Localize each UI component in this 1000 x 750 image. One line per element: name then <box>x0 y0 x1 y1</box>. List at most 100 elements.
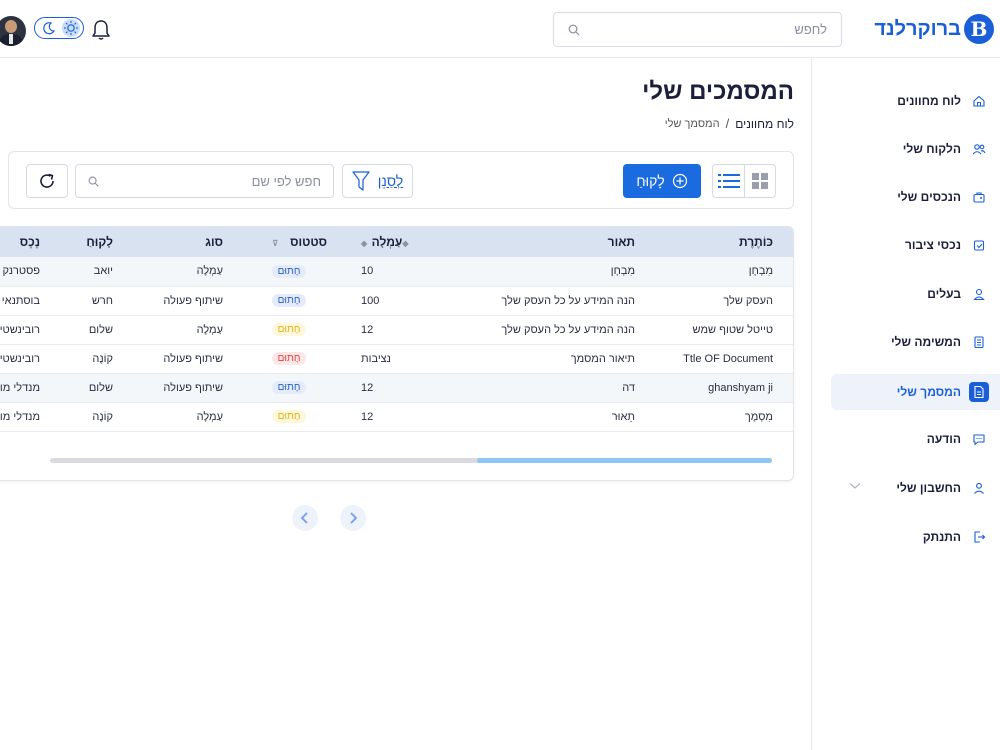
cell-title: ghanshyam ji <box>708 381 773 394</box>
sidebar-item-logout[interactable]: התנתק <box>831 519 1000 555</box>
horizontal-scrollbar[interactable] <box>50 458 772 463</box>
refresh-icon <box>40 173 54 188</box>
cell-commission: 100 <box>361 294 380 307</box>
search-icon <box>568 24 580 35</box>
prev-page-button[interactable] <box>292 505 318 531</box>
sidebar-item-my-documents[interactable]: המסמך שלי <box>831 374 1000 410</box>
view-toggle <box>712 164 776 198</box>
sidebar-item-owners[interactable]: בעלים <box>831 276 1000 312</box>
status-badge: חָתוּם <box>271 410 307 423</box>
refresh-button[interactable] <box>26 164 68 198</box>
name-search[interactable] <box>75 164 334 198</box>
sort-icon[interactable]: ◆ <box>402 239 408 248</box>
sidebar-item-my-clients[interactable]: הלקוח שלי <box>831 131 1000 167</box>
brand-logo[interactable]: B ברוקרלנד <box>874 14 994 44</box>
scrollbar-thumb[interactable] <box>477 458 772 463</box>
moon-icon <box>43 22 56 35</box>
chat-icon <box>969 429 989 449</box>
sun-icon <box>64 21 78 35</box>
documents-table: כּוֹתֶרֶת תאור ◆עַמְלָה ◆ סטטוס⊽ סוג לָק… <box>0 227 793 432</box>
table-row[interactable]: מִסְמָך תֵאוּר 12 חָתוּם עַמְלָה קוֹנֶה … <box>0 402 793 431</box>
table-row[interactable]: Ttle OF Document תיאור המסמך נציבות חָתו… <box>0 344 793 373</box>
list-icon <box>717 174 740 188</box>
pagination <box>292 505 366 531</box>
briefcase-icon <box>969 187 989 207</box>
global-search[interactable] <box>553 12 842 47</box>
column-header-commission[interactable]: ◆עַמְלָה ◆ <box>349 227 489 257</box>
status-badge: חָתוּם <box>271 294 307 307</box>
cell-title: טייטל שטוף שמש <box>692 323 773 336</box>
document-icon <box>969 382 989 402</box>
column-header-title[interactable]: כּוֹתֶרֶת <box>657 227 793 257</box>
chevron-down-icon[interactable] <box>849 482 861 490</box>
cell-title: מִסְמָך <box>744 410 773 423</box>
grid-icon <box>752 173 768 189</box>
cell-commission: 12 <box>361 381 374 394</box>
next-page-button[interactable] <box>340 505 366 531</box>
sort-icon[interactable]: ◆ <box>361 239 372 248</box>
logout-icon <box>969 527 989 547</box>
table-row[interactable]: ghanshyam ji דה 12 חָתוּם שיתוף פעולה של… <box>0 373 793 402</box>
list-view-button[interactable] <box>713 165 744 197</box>
column-header-label: עַמְלָה <box>371 235 403 249</box>
column-header-client[interactable]: לָקוּחַ <box>62 227 135 257</box>
funnel-icon <box>352 171 370 191</box>
status-badge: חָתוּם <box>271 352 307 365</box>
cell-status: חָתוּם <box>245 257 349 286</box>
grid-view-button[interactable] <box>743 165 775 197</box>
cell-description: תֵאוּר <box>611 410 635 423</box>
table-row[interactable]: טייטל שטוף שמש הנה המידע על כל העסק שלך … <box>0 315 793 344</box>
name-search-input[interactable] <box>99 173 321 189</box>
sidebar: לוח מחוונים הלקוח שלי הנכסים שלי נכסי צי… <box>811 58 1000 750</box>
breadcrumb-separator: / <box>725 116 730 131</box>
cell-description: מִבְחָן <box>610 265 635 278</box>
clipboard-icon <box>969 332 989 352</box>
filter-button[interactable]: לְסַנֵן <box>342 164 413 198</box>
sidebar-item-my-account[interactable]: החשבון שלי <box>831 470 1000 506</box>
notifications-button[interactable] <box>91 19 111 46</box>
page-title: המסמכים שלי <box>642 78 794 105</box>
account-icon <box>969 478 989 498</box>
theme-toggle[interactable] <box>34 17 84 39</box>
cell-type: עַמְלָה <box>196 265 223 278</box>
sidebar-item-label: הלקוח שלי <box>902 142 961 156</box>
cell-client: חרש <box>91 294 113 307</box>
cell-type: עַמְלָה <box>196 323 223 336</box>
cell-status: חָתוּם <box>245 315 349 344</box>
global-search-input[interactable] <box>580 22 827 37</box>
sidebar-item-messages[interactable]: הודעה <box>831 421 1000 457</box>
cell-type: עַמְלָה <box>196 410 223 423</box>
cell-title: מִבְחָן <box>748 265 773 278</box>
cell-status: חָתוּם <box>245 344 349 373</box>
cell-property: מנדלי מוכר ספרים 17 חיפה <box>0 410 40 423</box>
breadcrumb: לוח מחוונים / המסמך שלי <box>665 116 794 131</box>
sidebar-item-my-tasks[interactable]: המשימה שלי <box>831 324 1000 360</box>
cell-status: חָתוּם <box>245 402 349 431</box>
filter-small-icon[interactable]: ⊽ <box>272 239 278 248</box>
sidebar-item-my-properties[interactable]: הנכסים שלי <box>831 179 1000 215</box>
sidebar-item-label: הנכסים שלי <box>897 190 961 204</box>
table-row[interactable]: העסק שלך הנה המידע על כל העסק שלך 100 חָ… <box>0 286 793 315</box>
table-row[interactable]: מִבְחָן מִבְחָן 10 חָתוּם עַמְלָה יואב פ… <box>0 257 793 286</box>
sidebar-item-public-properties[interactable]: נכסי ציבור <box>831 227 1000 263</box>
column-header-description[interactable]: תאור <box>489 227 657 257</box>
search-icon <box>88 176 99 186</box>
sidebar-item-dashboard[interactable]: לוח מחוונים <box>831 83 1000 119</box>
cell-type: שיתוף פעולה <box>163 381 223 394</box>
avatar-face <box>5 20 17 33</box>
add-client-button[interactable]: לָקוּחַ <box>623 164 701 198</box>
building-icon <box>969 235 989 255</box>
cell-title: Ttle OF Document <box>683 352 773 365</box>
cell-client: שלום <box>88 381 113 394</box>
users-icon <box>969 139 989 159</box>
column-header-type[interactable]: סוג <box>135 227 245 257</box>
cell-client: שלום <box>88 323 113 336</box>
breadcrumb-home[interactable]: לוח מחוונים <box>735 117 794 131</box>
status-badge: חָתוּם <box>271 264 307 278</box>
user-avatar[interactable] <box>0 16 26 46</box>
column-header-status[interactable]: סטטוס ⊽ <box>245 227 349 257</box>
column-header-property[interactable]: נֶכֶס <box>0 227 62 257</box>
sidebar-item-label: החשבון שלי <box>896 481 961 495</box>
cell-description: הנה המידע על כל העסק שלך <box>501 294 635 307</box>
sidebar-item-label: נכסי ציבור <box>904 238 961 252</box>
